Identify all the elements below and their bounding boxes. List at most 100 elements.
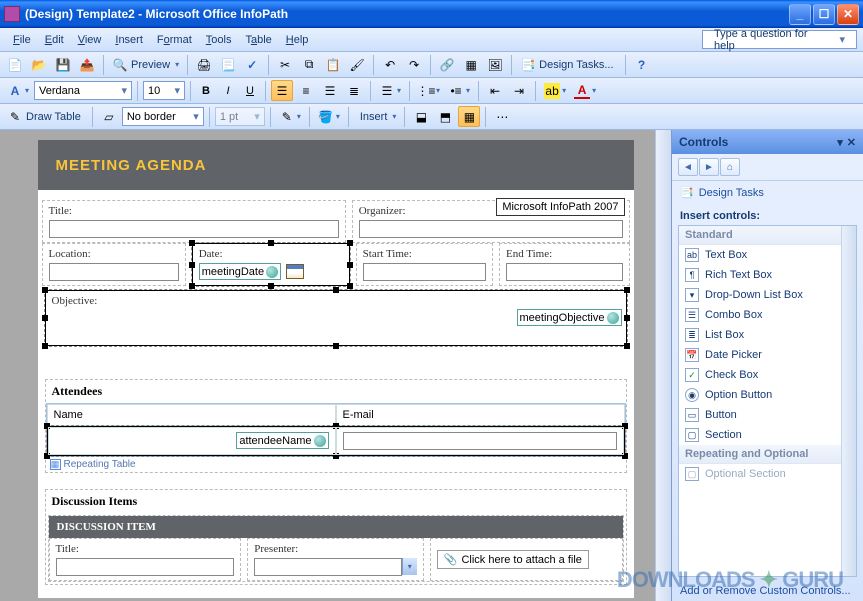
toggle-grid-button[interactable]: ▦ [458, 106, 480, 127]
highlight-button[interactable]: ab [541, 80, 569, 101]
eraser-button[interactable]: ▱ [98, 106, 120, 127]
control-option-button[interactable]: ◉Option Button [679, 385, 856, 405]
insert-table-button[interactable]: ▦ [460, 54, 482, 75]
disc-field-attach[interactable]: 📎Click here to attach a file [430, 538, 623, 581]
list-scrollbar[interactable] [841, 226, 856, 576]
vertical-scrollbar[interactable] [655, 130, 671, 601]
spellcheck-button[interactable]: ✓ [241, 54, 263, 75]
field-start-time[interactable]: Start Time: [356, 243, 493, 286]
nav-forward-button[interactable]: ► [699, 158, 719, 176]
control-section[interactable]: ▢Section [679, 425, 856, 445]
help-search-input[interactable]: Type a question for help ▾ [702, 30, 857, 49]
field-title[interactable]: Title: [42, 200, 346, 243]
control-rich-text-box[interactable]: ¶Rich Text Box [679, 265, 856, 285]
chevron-down-icon[interactable]: ▾ [837, 136, 843, 149]
line-spacing-button[interactable]: ☰ [376, 80, 404, 101]
design-tasks-button[interactable]: 📑Design Tasks... [517, 54, 619, 75]
attendee-email-input[interactable] [343, 432, 617, 450]
shading-button[interactable]: 🪣 [315, 106, 343, 127]
chevron-down-icon[interactable]: ▾ [402, 558, 417, 575]
nav-home-button[interactable]: ⌂ [720, 158, 740, 176]
calendar-icon[interactable] [286, 264, 304, 279]
start-input[interactable] [363, 263, 486, 281]
attendees-row[interactable]: attendeeName [47, 426, 625, 456]
align-left-button[interactable]: ☰ [271, 80, 293, 101]
new-button[interactable]: 📄 [4, 54, 26, 75]
align-right-button[interactable]: ☰ [319, 80, 341, 101]
paste-button[interactable]: 📋 [322, 54, 344, 75]
font-size-selector[interactable]: 10▾ [143, 81, 185, 100]
hyperlink-button[interactable]: 🔗 [436, 54, 458, 75]
minimize-button[interactable]: _ [789, 4, 811, 25]
design-tasks-link[interactable]: 📑Design Tasks [672, 181, 863, 204]
field-organizer[interactable]: Organizer: Microsoft InfoPath 2007 [352, 200, 630, 243]
italic-button[interactable]: I [218, 80, 238, 101]
field-objective[interactable]: Objective: meetingObjective [45, 290, 627, 346]
insert-dropdown[interactable]: Insert [354, 106, 400, 127]
border-width-selector[interactable]: 1 pt▾ [215, 107, 265, 126]
disc-field-title[interactable]: Title: [49, 538, 242, 581]
print-preview-button[interactable]: 📃 [217, 54, 239, 75]
menu-file[interactable]: File [6, 31, 38, 49]
border-color-button[interactable]: ✎ [276, 106, 304, 127]
align-center-button[interactable]: ≡ [295, 80, 317, 101]
open-button[interactable]: 📂 [28, 54, 50, 75]
location-input[interactable] [49, 263, 179, 281]
control-optional-section[interactable]: ▢Optional Section [679, 464, 856, 484]
disc-presenter-input[interactable] [254, 558, 402, 576]
format-painter-button[interactable]: 🖌 [346, 54, 368, 75]
table-properties-button[interactable]: ⋯ [491, 106, 513, 127]
attendeename-field-tag[interactable]: attendeeName [236, 432, 328, 449]
menu-format[interactable]: Format [150, 31, 199, 49]
control-date-picker[interactable]: 📅Date Picker [679, 345, 856, 365]
font-selector[interactable]: Verdana▾ [34, 81, 132, 100]
meetingdate-field-tag[interactable]: meetingDate [199, 263, 281, 280]
control-dropdown-list[interactable]: ▾Drop-Down List Box [679, 285, 856, 305]
repeating-table-label[interactable]: ▦Repeating Table [46, 457, 626, 472]
control-button[interactable]: ▭Button [679, 405, 856, 425]
meetingobjective-field-tag[interactable]: meetingObjective [517, 309, 622, 326]
control-combo-box[interactable]: ☰Combo Box [679, 305, 856, 325]
align-justify-button[interactable]: ≣ [343, 80, 365, 101]
menu-help[interactable]: Help [279, 31, 316, 49]
menu-tools[interactable]: Tools [199, 31, 239, 49]
menu-view[interactable]: View [71, 31, 109, 49]
field-end-time[interactable]: End Time: [499, 243, 630, 286]
font-color-button[interactable]: A [571, 80, 599, 101]
insert-picture-button[interactable]: 🖼 [484, 54, 506, 75]
draw-table-button[interactable]: ✎Draw Table [4, 106, 87, 127]
end-input[interactable] [506, 263, 623, 281]
preview-button[interactable]: 🔍Preview▾ [109, 54, 182, 75]
redo-button[interactable]: ↷ [403, 54, 425, 75]
underline-button[interactable]: U [240, 80, 260, 101]
menu-edit[interactable]: Edit [38, 31, 71, 49]
disc-field-presenter[interactable]: Presenter: ▾ [247, 538, 424, 581]
disc-title-input[interactable] [56, 558, 235, 576]
help-button[interactable]: ? [631, 54, 653, 75]
style-dropdown[interactable]: A [4, 80, 32, 101]
custom-controls-link[interactable]: Add or Remove Custom Controls... [672, 581, 863, 601]
close-button[interactable]: ✕ [837, 4, 859, 25]
increase-indent-button[interactable]: ⇥ [508, 80, 530, 101]
field-date[interactable]: Date: meetingDate [192, 243, 350, 286]
close-pane-button[interactable]: ✕ [847, 136, 856, 149]
save-button[interactable]: 💾 [52, 54, 74, 75]
organizer-input[interactable] [359, 220, 623, 238]
publish-button[interactable]: 📤 [76, 54, 98, 75]
menu-insert[interactable]: Insert [108, 31, 150, 49]
control-list-box[interactable]: ≣List Box [679, 325, 856, 345]
cut-button[interactable]: ✂ [274, 54, 296, 75]
bullet-list-button[interactable]: •≡ [445, 80, 473, 101]
title-input[interactable] [49, 220, 339, 238]
print-button[interactable]: 🖨 [193, 54, 215, 75]
bold-button[interactable]: B [196, 80, 216, 101]
merge-cells-button[interactable]: ⬓ [410, 106, 432, 127]
border-style-selector[interactable]: No border▾ [122, 107, 204, 126]
nav-back-button[interactable]: ◄ [678, 158, 698, 176]
control-check-box[interactable]: ✓Check Box [679, 365, 856, 385]
copy-button[interactable]: ⧉ [298, 54, 320, 75]
design-surface[interactable]: MEETING AGENDA Title: Organizer: Microso… [0, 130, 671, 601]
split-cells-button[interactable]: ⬒ [434, 106, 456, 127]
undo-button[interactable]: ↶ [379, 54, 401, 75]
control-text-box[interactable]: abText Box [679, 245, 856, 265]
